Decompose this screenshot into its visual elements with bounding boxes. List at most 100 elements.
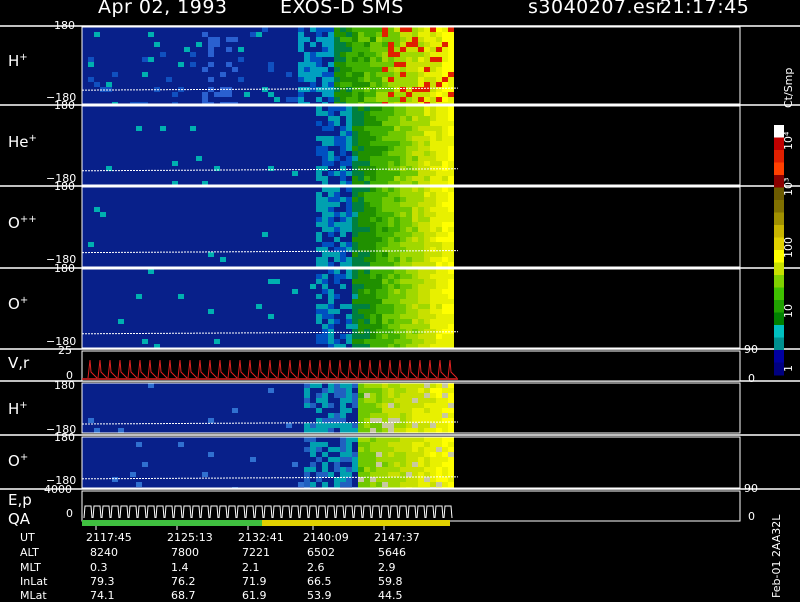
cell-o2 <box>190 452 196 457</box>
cell-o1 <box>352 319 358 324</box>
cell-he <box>112 136 118 141</box>
cell-h1 <box>136 37 142 42</box>
cell-he <box>334 151 340 156</box>
cell-h2 <box>430 388 436 393</box>
cell-opp <box>274 187 280 192</box>
cell-h2 <box>406 423 412 428</box>
cell-h2 <box>370 408 376 413</box>
cell-o2 <box>82 447 88 452</box>
cell-o2 <box>154 462 160 467</box>
cell-h1 <box>316 57 322 62</box>
cell-h1 <box>274 52 280 57</box>
cell-he <box>436 141 442 146</box>
cell-h1 <box>124 52 130 57</box>
cell-o1 <box>172 344 178 348</box>
cell-h2 <box>130 403 136 408</box>
cell-he <box>388 131 394 136</box>
cell-he <box>358 141 364 146</box>
cell-opp <box>310 242 316 247</box>
cell-o2 <box>202 472 208 477</box>
cell-opp <box>370 262 376 267</box>
cell-o1 <box>154 289 160 294</box>
cell-h1 <box>280 42 286 47</box>
cell-o1 <box>118 319 124 324</box>
cell-o1 <box>394 279 400 284</box>
cell-o1 <box>190 304 196 309</box>
cell-o2 <box>148 482 154 487</box>
cell-h2 <box>154 418 160 423</box>
cell-opp <box>220 232 226 237</box>
cell-he <box>418 151 424 156</box>
cell-he <box>430 176 436 181</box>
cell-o1 <box>112 299 118 304</box>
cell-o1 <box>190 309 196 314</box>
cell-h2 <box>382 383 388 388</box>
cell-opp <box>154 252 160 257</box>
cell-o2 <box>148 477 154 482</box>
cell-opp <box>280 257 286 262</box>
cell-o1 <box>334 274 340 279</box>
cell-h1 <box>310 87 316 92</box>
cell-h1 <box>196 97 202 102</box>
cell-o2 <box>250 437 256 442</box>
cell-o1 <box>244 344 250 348</box>
cell-h1 <box>412 62 418 67</box>
cell-h1 <box>100 62 106 67</box>
cell-h1 <box>352 92 358 97</box>
cell-o1 <box>280 309 286 314</box>
cell-he <box>394 171 400 176</box>
cell-opp <box>412 222 418 227</box>
cell-o2 <box>88 482 94 487</box>
cell-o1 <box>148 334 154 339</box>
cell-opp <box>262 252 268 257</box>
cell-he <box>208 131 214 136</box>
cell-o1 <box>238 319 244 324</box>
cell-he <box>286 171 292 176</box>
cell-h2 <box>412 398 418 403</box>
cell-he <box>298 116 304 121</box>
cell-o2 <box>214 462 220 467</box>
cell-h2 <box>118 398 124 403</box>
cell-opp <box>232 247 238 252</box>
cell-he <box>184 141 190 146</box>
cell-o1 <box>334 269 340 274</box>
cell-opp <box>286 202 292 207</box>
cell-o1 <box>268 309 274 314</box>
cell-h2 <box>370 413 376 418</box>
cell-opp <box>358 217 364 222</box>
cell-h2 <box>142 388 148 393</box>
cell-he <box>400 176 406 181</box>
cell-h1 <box>106 57 112 62</box>
cell-he <box>250 176 256 181</box>
cell-h1 <box>388 52 394 57</box>
cell-o1 <box>190 334 196 339</box>
cell-he <box>382 116 388 121</box>
cell-o1 <box>100 334 106 339</box>
cell-h1 <box>202 42 208 47</box>
cell-opp <box>82 192 88 197</box>
cell-h2 <box>424 423 430 428</box>
cell-he <box>208 116 214 121</box>
cell-o1 <box>418 284 424 289</box>
cell-h2 <box>166 428 172 433</box>
cell-he <box>430 131 436 136</box>
cell-o1 <box>130 279 136 284</box>
cell-h1 <box>406 97 412 102</box>
cell-o2 <box>190 457 196 462</box>
cell-o1 <box>130 304 136 309</box>
cell-h1 <box>292 77 298 82</box>
cell-h1 <box>268 97 274 102</box>
cell-o1 <box>244 274 250 279</box>
cell-he <box>148 156 154 161</box>
cell-o1 <box>256 269 262 274</box>
cell-opp <box>322 207 328 212</box>
cell-opp <box>340 242 346 247</box>
cell-h1 <box>304 77 310 82</box>
cell-h1 <box>154 77 160 82</box>
cell-opp <box>328 232 334 237</box>
cell-h1 <box>328 62 334 67</box>
cell-h1 <box>226 42 232 47</box>
cell-h1 <box>124 92 130 97</box>
cell-h1 <box>208 42 214 47</box>
cell-opp <box>196 257 202 262</box>
